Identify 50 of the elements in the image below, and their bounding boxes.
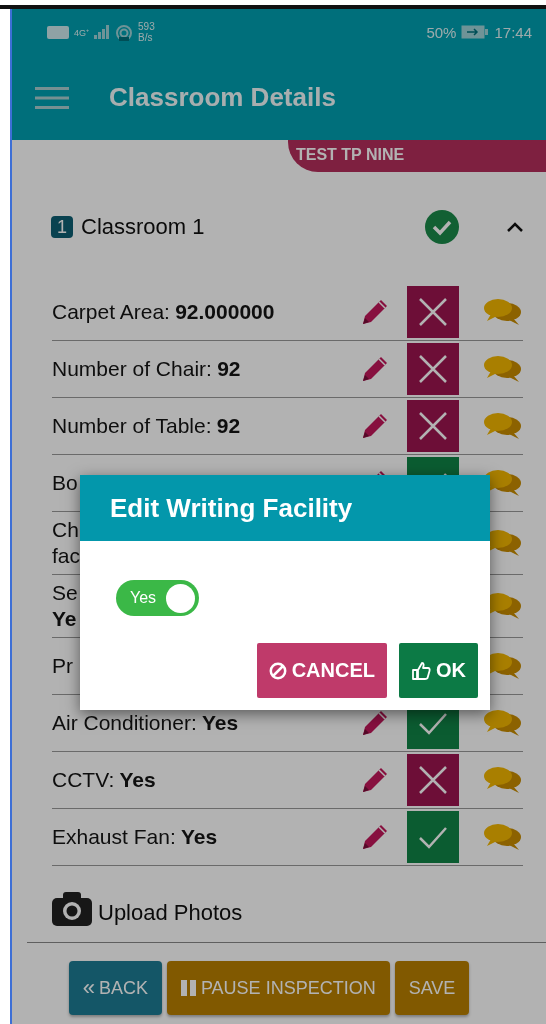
pause-icon [180,979,197,997]
save-button[interactable]: SAVE [394,961,470,1015]
section-number: 1 [51,216,73,238]
camera-icon[interactable] [52,892,92,926]
signal-icon [94,25,110,39]
field-label: fac [52,543,80,569]
comment-icon[interactable] [483,764,523,796]
cancel-icon [268,661,287,680]
pause-button[interactable]: PAUSE INSPECTION [166,961,390,1015]
clock: 17:44 [494,23,532,41]
upload-photos-label[interactable]: Upload Photos [98,900,243,926]
field-label: Carpet Area: 92.000000 [52,299,275,325]
dialog-title: Edit Writing Facility [110,492,353,524]
comment-icon[interactable] [483,410,523,442]
field-label: Number of Table: 92 [52,413,241,439]
status-toggle[interactable] [407,400,459,452]
field-label: CCTV: Yes [52,767,156,793]
speed-unit: B/s [138,32,154,43]
thumbs-up-icon [411,660,431,681]
caret-icon[interactable] [506,221,524,233]
status-toggle[interactable] [407,811,459,863]
status-toggle[interactable] [407,343,459,395]
field-label: Ch [52,517,79,543]
back-button[interactable]: « BACK [68,961,162,1015]
status-toggle[interactable] [407,754,459,806]
screen-title: Classroom Details [109,82,336,113]
field-label: Number of Chair: 92 [52,356,241,382]
volte-icon [47,25,69,39]
cancel-button[interactable]: CANCEL [256,643,387,698]
battery-icon [461,25,490,39]
toggle-switch[interactable]: Yes [116,580,199,616]
hotspot-icon [115,23,133,41]
network-type: 4G⁺ [74,26,89,39]
field-label: Bo [52,470,78,496]
field-label: Pr [52,653,73,679]
inspector-tag: TEST TP NINE [288,140,546,172]
comment-icon[interactable] [483,821,523,853]
network-speed: 593 [138,21,155,32]
field-value: Ye [52,606,77,632]
field-label: Exhaust Fan: Yes [52,824,218,850]
field-label: Air Conditioner: Yes [52,710,239,736]
ok-button[interactable]: OK [399,643,478,698]
status-toggle[interactable] [407,286,459,338]
comment-icon[interactable] [483,353,523,385]
field-label: Se [52,580,78,606]
battery-percent: 50% [426,23,457,41]
check-circle-icon [424,209,460,245]
section-title: Classroom 1 [81,214,205,240]
comment-icon[interactable] [483,707,523,739]
comment-icon[interactable] [483,296,523,328]
